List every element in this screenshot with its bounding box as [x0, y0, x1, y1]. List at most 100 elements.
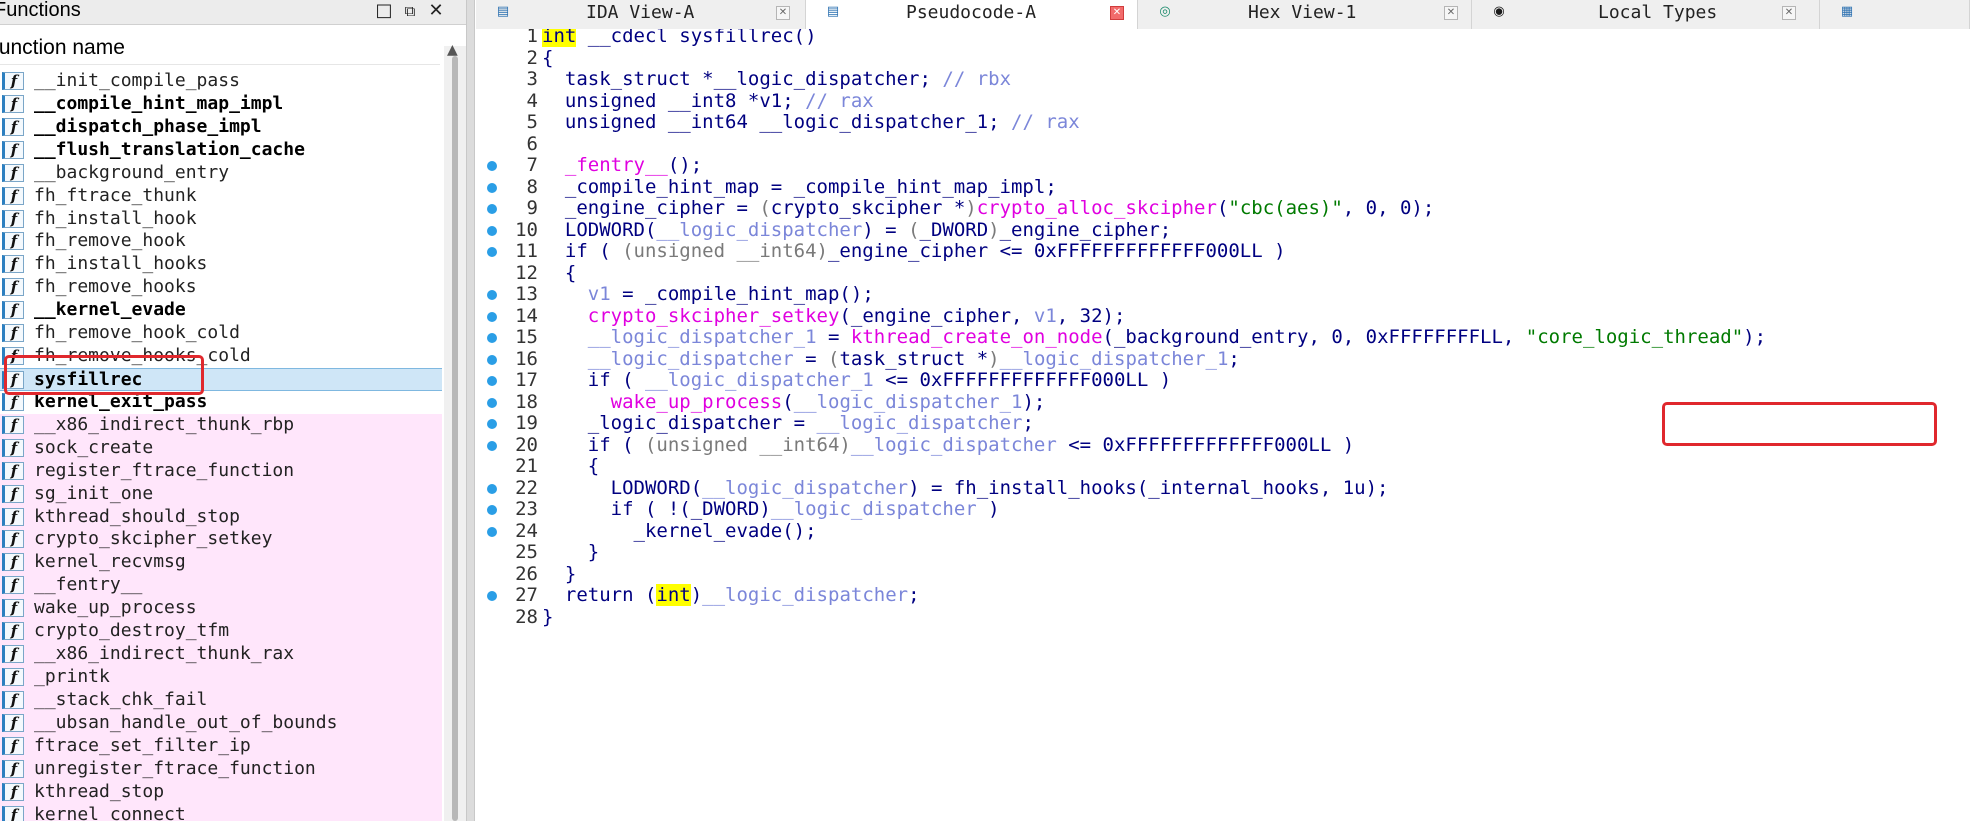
function-row[interactable]: f kernel_connect: [0, 803, 442, 821]
breakpoint-dot-icon[interactable]: [487, 376, 497, 386]
breakpoint-dot-icon[interactable]: [487, 333, 497, 343]
functions-panel: Functions □ ⧉ ✕ Function name f __init_co…: [0, 0, 472, 821]
function-row[interactable]: f __ubsan_handle_out_of_bounds: [0, 711, 442, 735]
tab-close-icon[interactable]: ✕: [1444, 6, 1458, 20]
function-row[interactable]: f __init_compile_pass: [0, 70, 442, 93]
breakpoint-dot-icon[interactable]: [487, 526, 497, 537]
functions-scrollbar[interactable]: ▲: [444, 42, 466, 821]
tab-close-icon[interactable]: ✕: [776, 6, 790, 20]
function-row[interactable]: f kernel_exit_pass: [0, 391, 442, 414]
pseudocode-view[interactable]: 1 int __cdecl sysfillrec() 2{3 task_struct…: [476, 29, 1970, 821]
function-row[interactable]: f ftrace_set_filter_ip: [0, 734, 442, 758]
maximize-icon[interactable]: □: [372, 0, 396, 22]
tab-close-icon[interactable]: ✕: [1782, 6, 1796, 20]
function-row[interactable]: f crypto_skcipher_setkey: [0, 528, 442, 552]
tab-pseudocode[interactable]: ▤ Pseudocode-A ✕: [806, 0, 1138, 29]
function-row[interactable]: f __stack_chk_fail: [0, 688, 442, 712]
hex-view-icon: ◎: [1159, 4, 1171, 19]
breakpoint-dot-icon[interactable]: [487, 182, 497, 193]
tab-label: IDA View-A: [586, 2, 695, 23]
function-name: _printk: [34, 665, 110, 687]
function-icon: f: [2, 599, 24, 618]
function-icon: f: [2, 782, 24, 801]
function-name: __init_compile_pass: [34, 70, 240, 91]
function-row[interactable]: f sysfillrec: [0, 367, 442, 391]
function-row[interactable]: f __flush_translation_cache: [0, 139, 442, 162]
function-row[interactable]: f unregister_ftrace_function: [0, 757, 442, 781]
ida-view-icon: ▤: [496, 4, 510, 19]
function-name: kernel_exit_pass: [34, 390, 208, 412]
function-row[interactable]: f __compile_hint_map_impl: [0, 93, 442, 116]
function-row[interactable]: f __dispatch_phase_impl: [0, 116, 442, 139]
function-name: __dispatch_phase_impl: [34, 115, 262, 137]
function-icon: f: [2, 736, 24, 755]
function-icon: f: [2, 484, 24, 503]
function-row[interactable]: f __kernel_evade: [0, 299, 442, 322]
function-row[interactable]: f __x86_indirect_thunk_rbp: [0, 413, 442, 437]
function-icon: f: [2, 232, 24, 251]
function-name: kernel_recvmsg: [34, 551, 186, 573]
panel-splitter[interactable]: [466, 0, 475, 821]
function-name: unregister_ftrace_function: [34, 757, 316, 779]
breakpoint-dot-icon[interactable]: [487, 419, 497, 429]
function-row[interactable]: f sock_create: [0, 436, 442, 460]
function-row[interactable]: f kernel_recvmsg: [0, 551, 442, 575]
breakpoint-dot-icon[interactable]: [487, 225, 497, 236]
function-row[interactable]: f fh_install_hook: [0, 208, 442, 231]
function-icon: f: [2, 645, 24, 664]
function-name: fh_remove_hooks_cold: [34, 345, 251, 367]
function-row[interactable]: f fh_remove_hook_cold: [0, 322, 442, 345]
function-row[interactable]: f kthread_should_stop: [0, 505, 442, 529]
breakpoint-dot-icon[interactable]: [487, 354, 497, 365]
tab-close-icon[interactable]: ✕: [1110, 6, 1124, 20]
function-row[interactable]: f __fentry__: [0, 574, 442, 598]
functions-list[interactable]: f __init_compile_pass f __compile_hint_map_…: [0, 70, 442, 821]
function-icon: f: [2, 324, 24, 343]
function-name: crypto_skcipher_setkey: [34, 528, 273, 550]
code-line[interactable]: 28}: [476, 604, 1970, 630]
tab-label: Hex View-1: [1248, 2, 1357, 23]
function-row[interactable]: f __background_entry: [0, 162, 442, 185]
function-name-column-header[interactable]: Function name: [0, 34, 440, 65]
function-name: fh_remove_hooks: [34, 276, 197, 298]
breakpoint-dot-icon[interactable]: [487, 505, 497, 515]
tab-more[interactable]: ▦: [1820, 0, 1970, 29]
breakpoint-dot-icon[interactable]: [487, 290, 497, 300]
function-row[interactable]: f _printk: [0, 665, 442, 689]
breakpoint-dot-icon[interactable]: [487, 204, 497, 214]
breakpoint-dot-icon[interactable]: [487, 247, 497, 257]
function-row[interactable]: f wake_up_process: [0, 597, 442, 621]
function-row[interactable]: f register_ftrace_function: [0, 459, 442, 483]
code-text: }: [542, 604, 553, 630]
function-row[interactable]: f sg_init_one: [0, 482, 442, 506]
function-row[interactable]: f crypto_destroy_tfm: [0, 620, 442, 644]
function-icon: f: [2, 163, 24, 182]
function-icon: f: [2, 278, 24, 297]
function-row[interactable]: f fh_remove_hooks_cold: [0, 345, 442, 368]
restore-icon[interactable]: ⧉: [398, 0, 422, 22]
scrollbar-thumb[interactable]: [452, 56, 458, 821]
function-name: crypto_destroy_tfm: [34, 620, 230, 642]
breakpoint-dot-icon[interactable]: [487, 161, 497, 171]
tab-ida-view[interactable]: ▤ IDA View-A ✕: [476, 0, 806, 29]
function-icon: f: [2, 347, 24, 366]
function-row[interactable]: f fh_remove_hooks: [0, 276, 442, 299]
function-row[interactable]: f kthread_stop: [0, 780, 442, 804]
tab-local-types[interactable]: ◉ Local Types ✕: [1472, 0, 1820, 29]
breakpoint-dot-icon[interactable]: [487, 591, 497, 601]
functions-title: Functions: [0, 0, 81, 21]
function-icon: f: [2, 72, 24, 90]
function-name: fh_remove_hook_cold: [34, 322, 240, 344]
column-header-label: Function name: [0, 36, 125, 59]
breakpoint-dot-icon[interactable]: [487, 483, 497, 494]
close-icon[interactable]: ✕: [424, 0, 448, 22]
function-row[interactable]: f fh_ftrace_thunk: [0, 185, 442, 208]
function-name: fh_ftrace_thunk: [34, 184, 197, 206]
breakpoint-dot-icon[interactable]: [487, 440, 497, 451]
breakpoint-dot-icon[interactable]: [487, 397, 497, 408]
function-row[interactable]: f fh_remove_hook: [0, 230, 442, 253]
function-row[interactable]: f fh_install_hooks: [0, 253, 442, 276]
tab-hex-view[interactable]: ◎ Hex View-1 ✕: [1138, 0, 1472, 29]
function-row[interactable]: f __x86_indirect_thunk_rax: [0, 643, 442, 666]
breakpoint-dot-icon[interactable]: [487, 311, 497, 322]
